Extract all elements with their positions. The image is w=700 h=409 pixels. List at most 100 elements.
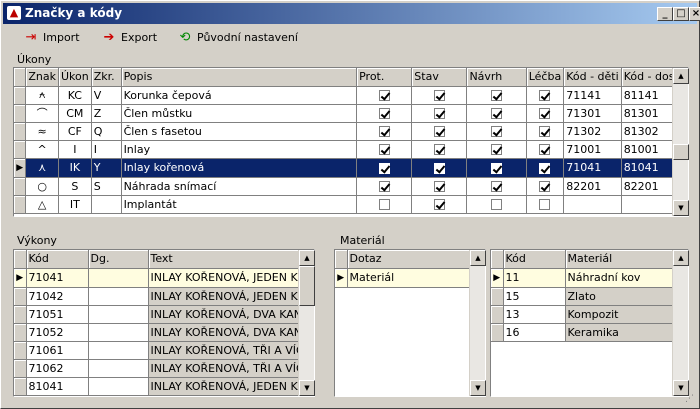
stav[interactable] bbox=[411, 177, 468, 196]
lecba-checkbox[interactable] bbox=[539, 108, 551, 119]
ukony-grid[interactable]: Znak Úkon Zkr. Popis Prot. Stav Návrh Léčba Kód … bbox=[13, 67, 689, 217]
prot[interactable] bbox=[356, 104, 413, 123]
navrh[interactable] bbox=[466, 122, 527, 141]
kod-cell[interactable]: 71062 bbox=[26, 359, 89, 378]
stav-checkbox[interactable] bbox=[433, 90, 445, 101]
navrh-checkbox[interactable] bbox=[491, 162, 503, 174]
dotaz-col-header[interactable]: Dotaz bbox=[347, 250, 470, 269]
table-row[interactable]: 16 Keramika bbox=[491, 323, 673, 342]
znak-symbol-icon[interactable]: △ bbox=[25, 195, 59, 214]
zkr-cell[interactable]: V bbox=[91, 86, 122, 105]
table-row[interactable]: 71052 INLAY KOŘENOVÁ, DVA KAN bbox=[14, 323, 307, 342]
kod-deti-cell[interactable] bbox=[563, 195, 622, 214]
ukon-cell[interactable]: CM bbox=[58, 104, 92, 123]
table-row[interactable]: ▶ 71041 INLAY KOŘENOVÁ, JEDEN K bbox=[14, 268, 307, 288]
kod-cell[interactable]: 11 bbox=[503, 268, 566, 288]
table-row[interactable]: 13 Kompozit bbox=[491, 305, 673, 324]
kod-cell[interactable]: 71051 bbox=[26, 305, 89, 324]
material-col-header[interactable]: Materiál bbox=[565, 250, 673, 269]
lecba[interactable] bbox=[526, 158, 565, 178]
stav-checkbox[interactable] bbox=[433, 181, 445, 192]
table-row[interactable]: 71042 INLAY KOŘENOVÁ, JEDEN K bbox=[14, 287, 307, 306]
stav[interactable] bbox=[411, 195, 468, 214]
dg-cell[interactable] bbox=[88, 268, 149, 288]
reset-button[interactable]: ⟲ Původní nastavení bbox=[175, 27, 298, 49]
row-indicator[interactable] bbox=[14, 287, 27, 306]
ukony-col-header[interactable]: Znak bbox=[25, 68, 59, 87]
table-row[interactable]: ▶ 11 Náhradní kov bbox=[491, 268, 673, 288]
lecba-checkbox[interactable] bbox=[539, 90, 551, 101]
close-button[interactable]: × bbox=[689, 7, 700, 21]
ukon-cell[interactable]: IT bbox=[58, 195, 92, 214]
znak-symbol-icon[interactable]: ○ bbox=[25, 177, 59, 196]
popis-cell[interactable]: Člen můstku bbox=[121, 104, 358, 123]
kod-cell[interactable]: 71042 bbox=[26, 287, 89, 306]
navrh[interactable] bbox=[466, 140, 527, 159]
stav[interactable] bbox=[411, 158, 468, 178]
material-cell[interactable]: Náhradní kov bbox=[565, 268, 673, 288]
ukon-cell[interactable]: I bbox=[58, 140, 92, 159]
table-row[interactable]: ⌒ CM Z Člen můstku 71301 81301 bbox=[14, 104, 689, 123]
lecba[interactable] bbox=[526, 140, 565, 159]
row-indicator[interactable] bbox=[491, 323, 504, 342]
table-row[interactable]: ▶ ⋏ IK Y Inlay kořenová 71041 81041 bbox=[14, 158, 689, 178]
material-cell[interactable]: Zlato bbox=[565, 287, 673, 306]
table-row[interactable]: ≈ CF Q Člen s fasetou 71302 81302 bbox=[14, 122, 689, 141]
znak-symbol-icon[interactable]: ⌒ bbox=[25, 104, 59, 123]
navrh-checkbox[interactable] bbox=[491, 181, 503, 192]
table-row[interactable]: 71061 INLAY KOŘENOVÁ, TŘI A VÍC bbox=[14, 341, 307, 360]
material-grid[interactable]: Kód Materiál ▶ 11 Náhradní kov 15 Zlato 13 Komp… bbox=[490, 249, 689, 397]
table-row[interactable]: ▶ Materiál bbox=[335, 268, 470, 288]
prot-checkbox[interactable] bbox=[378, 108, 390, 119]
ukony-col-header[interactable]: Popis bbox=[121, 68, 358, 87]
stav[interactable] bbox=[411, 140, 468, 159]
navrh-checkbox[interactable] bbox=[491, 199, 503, 210]
lecba-checkbox[interactable] bbox=[539, 144, 551, 155]
row-indicator[interactable] bbox=[14, 177, 27, 196]
navrh[interactable] bbox=[466, 104, 527, 123]
kod-deti-cell[interactable]: 71001 bbox=[563, 140, 622, 159]
kod-cell[interactable]: 13 bbox=[503, 305, 566, 324]
kod-cell[interactable]: 71041 bbox=[26, 268, 89, 288]
ukony-vscrollbar[interactable]: ▲ ▼ bbox=[672, 68, 689, 216]
popis-cell[interactable]: Náhrada snímací bbox=[121, 177, 358, 196]
text-cell[interactable]: INLAY KOŘENOVÁ, TŘI A VÍC bbox=[148, 359, 307, 378]
row-indicator[interactable] bbox=[14, 323, 27, 342]
material-cell[interactable]: Keramika bbox=[565, 323, 673, 342]
table-row[interactable]: 71062 INLAY KOŘENOVÁ, TŘI A VÍC bbox=[14, 359, 307, 378]
kod-deti-cell[interactable]: 71041 bbox=[563, 158, 622, 178]
stav-checkbox[interactable] bbox=[433, 126, 445, 137]
ukony-col-header[interactable]: Zkr. bbox=[91, 68, 122, 87]
scroll-down-button[interactable]: ▼ bbox=[673, 200, 689, 216]
navrh-checkbox[interactable] bbox=[491, 108, 503, 119]
material-cell[interactable]: Kompozit bbox=[565, 305, 673, 324]
scroll-up-button[interactable]: ▲ bbox=[673, 250, 689, 266]
zkr-cell[interactable]: Q bbox=[91, 122, 122, 141]
row-indicator[interactable] bbox=[14, 86, 27, 105]
lecba[interactable] bbox=[526, 122, 565, 141]
lecba-checkbox[interactable] bbox=[539, 181, 551, 192]
prot[interactable] bbox=[356, 158, 413, 178]
navrh[interactable] bbox=[466, 177, 527, 196]
stav[interactable] bbox=[411, 122, 468, 141]
row-indicator[interactable] bbox=[14, 104, 27, 123]
row-indicator[interactable] bbox=[491, 305, 504, 324]
text-cell[interactable]: INLAY KOŘENOVÁ, DVA KAN bbox=[148, 323, 307, 342]
vykony-grid[interactable]: Kód Dg. Text ▶ 71041 INLAY KOŘENOVÁ, JEDEN K… bbox=[13, 249, 315, 397]
prot-checkbox[interactable] bbox=[378, 181, 390, 192]
popis-cell[interactable]: Inlay kořenová bbox=[121, 158, 358, 178]
navrh-checkbox[interactable] bbox=[491, 144, 503, 155]
dg-cell[interactable] bbox=[88, 341, 149, 360]
stav[interactable] bbox=[411, 86, 468, 105]
lecba-checkbox[interactable] bbox=[539, 162, 551, 174]
stav-checkbox[interactable] bbox=[433, 162, 445, 174]
zkr-cell[interactable] bbox=[91, 195, 122, 214]
navrh-checkbox[interactable] bbox=[491, 126, 503, 137]
stav-checkbox[interactable] bbox=[433, 199, 445, 210]
maximize-button[interactable]: □ bbox=[673, 7, 689, 21]
navrh[interactable] bbox=[466, 86, 527, 105]
table-row[interactable]: △ IT Implantát bbox=[14, 195, 689, 214]
kod-deti-cell[interactable]: 71302 bbox=[563, 122, 622, 141]
dg-cell[interactable] bbox=[88, 287, 149, 306]
znak-symbol-icon[interactable]: ⋏ bbox=[25, 158, 59, 178]
